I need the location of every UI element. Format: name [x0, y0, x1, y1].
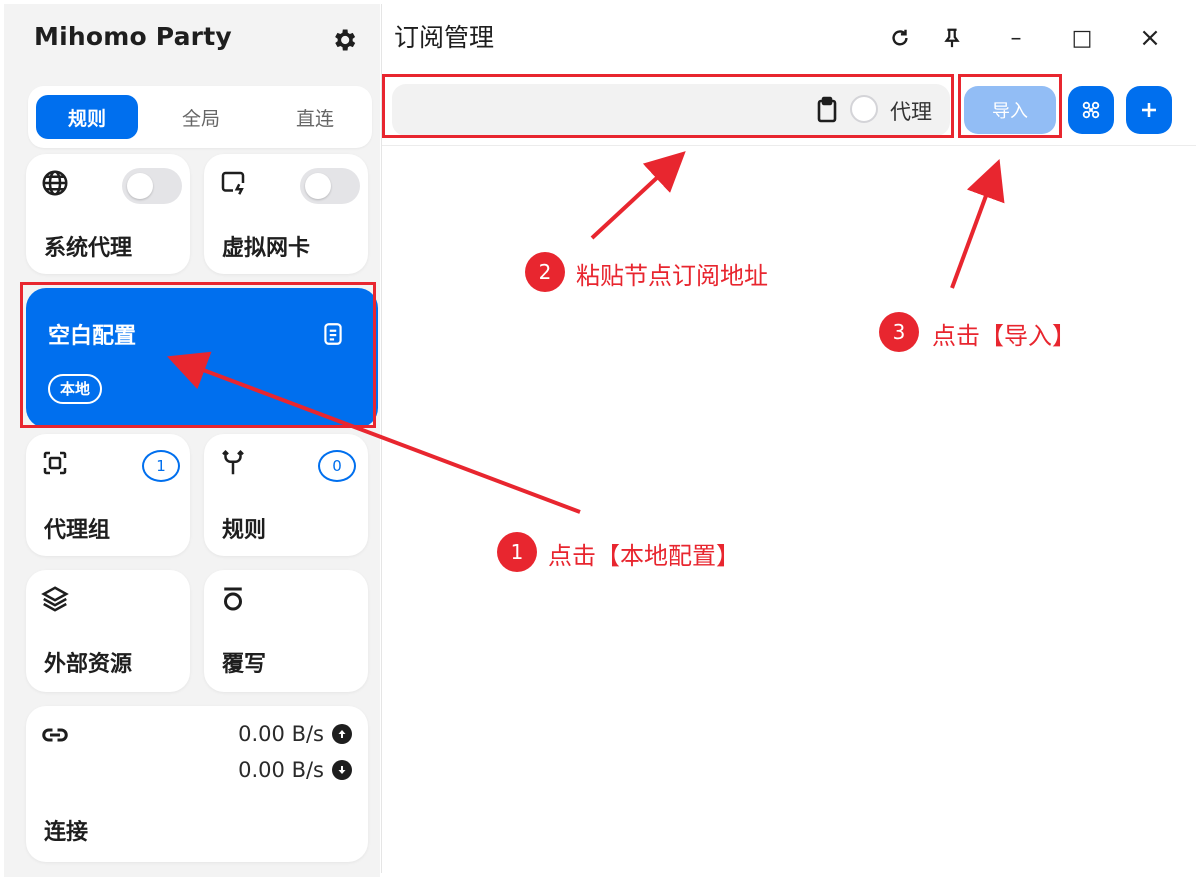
download-speed-value: 0.00 B/s [238, 758, 324, 782]
pin-button[interactable] [932, 18, 972, 58]
rules-card[interactable]: 0 规则 [204, 434, 368, 556]
virtual-nic-icon [221, 171, 245, 195]
download-speed: 0.00 B/s [238, 758, 352, 782]
override-icon [224, 587, 242, 611]
override-label: 覆写 [222, 652, 267, 677]
connections-label: 连接 [44, 820, 89, 845]
close-button[interactable]: × [1130, 18, 1170, 58]
proxy-label: 代理 [890, 100, 932, 124]
refresh-button[interactable] [880, 18, 920, 58]
app-title: Mihomo Party [34, 22, 232, 51]
fork-icon [222, 449, 244, 475]
titlebar: 订阅管理 – □ × [382, 4, 1196, 70]
clipboard-icon[interactable] [816, 96, 838, 124]
tun-card[interactable]: 虚拟网卡 [204, 154, 368, 274]
proxy-groups-label: 代理组 [44, 518, 111, 543]
resources-card[interactable]: 外部资源 [26, 570, 190, 692]
page-title: 订阅管理 [394, 23, 495, 52]
maximize-button[interactable]: □ [1062, 18, 1102, 58]
mode-switcher: 规则 全局 直连 [28, 86, 372, 148]
proxy-group-icon [43, 451, 67, 475]
pin-icon [944, 28, 960, 48]
tun-label: 虚拟网卡 [222, 236, 311, 261]
connections-card[interactable]: 0.00 B/s 0.00 B/s 连接 [26, 706, 368, 862]
add-subscription-button[interactable] [1126, 86, 1172, 134]
upload-speed-value: 0.00 B/s [238, 722, 324, 746]
mode-tab-rule[interactable]: 规则 [36, 95, 138, 139]
rules-label: 规则 [222, 518, 267, 543]
refresh-icon [892, 29, 908, 46]
mode-tab-direct[interactable]: 直连 [264, 95, 366, 139]
mode-tab-global[interactable]: 全局 [150, 95, 252, 139]
proxy-groups-count-badge: 1 [142, 450, 180, 482]
qr-scan-button[interactable] [1068, 86, 1114, 134]
profile-card[interactable]: 空白配置 本地 [26, 288, 378, 428]
proxy-checkbox[interactable] [850, 95, 878, 123]
system-proxy-label: 系统代理 [44, 236, 133, 261]
globe-icon [42, 170, 68, 196]
tun-toggle[interactable] [300, 168, 360, 204]
import-button[interactable]: 导入 [964, 86, 1056, 134]
sidebar: Mihomo Party 规则 全局 直连 系统代理 虚拟网卡 空白配置 本地 [4, 4, 380, 877]
system-proxy-toggle[interactable] [122, 168, 182, 204]
override-card[interactable]: 覆写 [204, 570, 368, 692]
document-icon[interactable] [320, 320, 346, 348]
gear-icon[interactable] [330, 26, 358, 54]
profile-name: 空白配置 [48, 324, 137, 349]
arrow-up-icon [332, 724, 352, 744]
resources-label: 外部资源 [44, 652, 133, 677]
upload-speed: 0.00 B/s [238, 722, 352, 746]
link-icon [42, 728, 68, 742]
qr-scan-icon [1082, 101, 1100, 119]
layers-icon [41, 586, 69, 612]
system-proxy-card[interactable]: 系统代理 [26, 154, 190, 274]
plus-icon [1142, 103, 1156, 117]
subscription-toolbar: 代理 导入 [382, 72, 1196, 146]
arrow-down-icon [332, 760, 352, 780]
main-panel: 订阅管理 – □ × 代理 导入 [381, 4, 1196, 873]
rules-count-badge: 0 [318, 450, 356, 482]
profile-type-badge: 本地 [48, 374, 103, 404]
minimize-button[interactable]: – [996, 18, 1036, 58]
proxy-groups-card[interactable]: 1 代理组 [26, 434, 190, 556]
